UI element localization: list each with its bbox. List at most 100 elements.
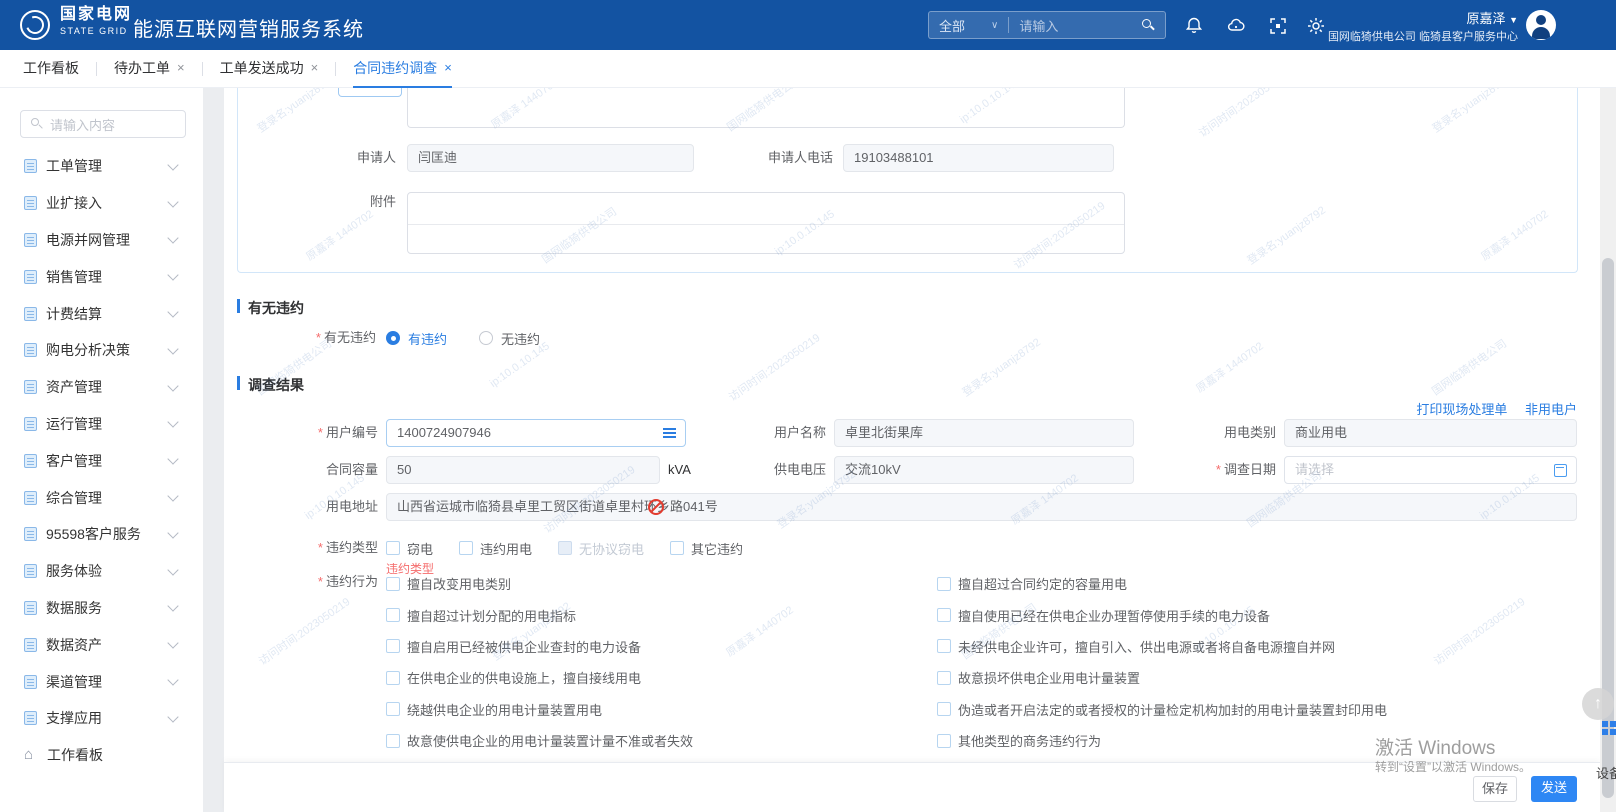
tab-合同违约调查[interactable]: 合同违约调查× xyxy=(353,50,452,88)
print-field-order-link[interactable]: 打印现场处理单 xyxy=(1416,402,1507,417)
behavior-checkbox-row[interactable]: 在供电企业的供电设施上，擅自接线用电 xyxy=(386,662,916,693)
radio-icon[interactable] xyxy=(479,331,493,345)
sidebar-item-运行管理[interactable]: 运行管理 xyxy=(0,406,203,443)
back-to-top-button[interactable]: ↑ xyxy=(1582,688,1614,720)
sidebar-item-label: 资产管理 xyxy=(46,377,169,397)
checkbox-icon[interactable] xyxy=(937,639,951,653)
checkbox-icon[interactable] xyxy=(937,671,951,685)
survey-date-input[interactable]: 请选择 xyxy=(1284,456,1577,484)
sidebar-item-数据资产[interactable]: 数据资产 xyxy=(0,626,203,663)
checkbox-icon[interactable] xyxy=(937,734,951,748)
sidebar-item-服务体验[interactable]: 服务体验 xyxy=(0,553,203,590)
sidebar-item-label: 服务体验 xyxy=(46,561,169,581)
tab-工作看板[interactable]: 工作看板 xyxy=(23,50,79,88)
sidebar-item-95598客户服务[interactable]: 95598客户服务 xyxy=(0,516,203,553)
checkbox-icon[interactable] xyxy=(937,608,951,622)
checkbox-option-其它违约[interactable]: 其它违约 xyxy=(670,539,743,558)
contract-capacity-field[interactable]: 50 xyxy=(386,456,660,484)
behavior-checkbox-row[interactable]: 伪造或者开启法定的或者授权的计量检定机构加封的用电计量装置封印用电 xyxy=(937,694,1587,725)
behavior-checkbox-row[interactable]: 擅自启用已经被供电企业查封的电力设备 xyxy=(386,631,916,662)
sidebar-item-工单管理[interactable]: 工单管理 xyxy=(0,148,203,185)
applicant-phone-field[interactable]: 19103488101 xyxy=(843,144,1114,172)
sidebar-item-支撑应用[interactable]: 支撑应用 xyxy=(0,700,203,737)
sidebar-item-电源并网管理[interactable]: 电源并网管理 xyxy=(0,222,203,259)
tab-工单发送成功[interactable]: 工单发送成功× xyxy=(220,50,319,88)
supply-voltage-field[interactable]: 交流10kV xyxy=(834,456,1134,484)
home-icon: ⌂ xyxy=(24,748,38,762)
behavior-checkbox-row[interactable]: 擅自超过合同约定的容量用电 xyxy=(937,568,1587,599)
applicant-field[interactable]: 闫匡迪 xyxy=(407,144,694,172)
sidebar-item-综合管理[interactable]: 综合管理 xyxy=(0,479,203,516)
behavior-checkbox-row[interactable]: 擅自改变用电类别 xyxy=(386,568,916,599)
checkbox-icon[interactable] xyxy=(937,577,951,591)
sidebar-item-客户管理[interactable]: 客户管理 xyxy=(0,442,203,479)
global-search-bar[interactable]: 全部 ∨ 请输入 xyxy=(928,11,1166,39)
sidebar-item-销售管理[interactable]: 销售管理 xyxy=(0,258,203,295)
behavior-checkbox-row[interactable]: 故意使供电企业的用电计量装置计量不准或者失效 xyxy=(386,725,916,756)
checkbox-icon[interactable] xyxy=(386,577,400,591)
checkbox-icon[interactable] xyxy=(386,702,400,716)
bell-icon[interactable] xyxy=(1184,16,1204,36)
sidebar-item-工作看板[interactable]: ⌂工作看板 xyxy=(0,737,203,774)
save-button[interactable]: 保存 xyxy=(1473,776,1517,802)
checkbox-icon[interactable] xyxy=(386,608,400,622)
behavior-checkbox-row[interactable]: 其他类型的商务违约行为 xyxy=(937,725,1587,756)
user-no-input[interactable]: 1400724907946 xyxy=(386,419,686,447)
sidebar-item-渠道管理[interactable]: 渠道管理 xyxy=(0,663,203,700)
truncated-textarea[interactable] xyxy=(407,88,1125,128)
close-icon[interactable]: × xyxy=(444,60,452,75)
close-icon[interactable]: × xyxy=(311,60,319,75)
sidebar-item-资产管理[interactable]: 资产管理 xyxy=(0,369,203,406)
user-name-field[interactable]: 卓里北街果库 xyxy=(834,419,1134,447)
search-input[interactable]: 请输入 xyxy=(1019,16,1058,35)
sidebar-item-购电分析决策[interactable]: 购电分析决策 xyxy=(0,332,203,369)
search-scope-select[interactable]: 全部 xyxy=(939,16,965,35)
sidebar-item-数据服务[interactable]: 数据服务 xyxy=(0,590,203,627)
grid-squares-icon[interactable] xyxy=(1602,721,1616,736)
sidebar-item-label: 渠道管理 xyxy=(46,672,169,692)
user-no-label: *用户编号 xyxy=(262,419,378,447)
radio-option-有违约[interactable]: 有违约 xyxy=(386,329,447,348)
checkbox-icon[interactable] xyxy=(386,734,400,748)
behavior-checkbox-row[interactable]: 绕越供电企业的用电计量装置用电 xyxy=(386,694,916,725)
sidebar-item-计费结算[interactable]: 计费结算 xyxy=(0,295,203,332)
checkbox-label: 擅自超过计划分配的用电指标 xyxy=(407,606,576,625)
sidebar-menu: 工单管理业扩接入电源并网管理销售管理计费结算购电分析决策资产管理运行管理客户管理… xyxy=(0,148,203,774)
search-icon[interactable] xyxy=(1141,18,1155,32)
checkbox-icon[interactable] xyxy=(386,671,400,685)
checkbox-icon[interactable] xyxy=(459,541,473,555)
avatar[interactable] xyxy=(1526,10,1556,40)
checkbox-icon[interactable] xyxy=(670,541,684,555)
behavior-checkbox-row[interactable]: 故意损坏供电企业用电计量装置 xyxy=(937,662,1587,693)
behavior-checkbox-row[interactable]: 未经供电企业许可，擅自引入、供出电源或者将自备电源擅自并网 xyxy=(937,631,1587,662)
chevron-down-icon xyxy=(167,196,178,207)
elec-category-field[interactable]: 商业用电 xyxy=(1284,419,1577,447)
send-button[interactable]: 发送 xyxy=(1531,776,1577,802)
user-menu[interactable]: 原嘉泽 ▼ xyxy=(1318,8,1518,27)
checkbox-icon[interactable] xyxy=(937,702,951,716)
sidebar-search-input[interactable]: 请输入内容 xyxy=(20,110,186,138)
sidebar-item-业扩接入[interactable]: 业扩接入 xyxy=(0,185,203,222)
non-electricity-user-link[interactable]: 非用电户 xyxy=(1525,402,1577,417)
user-name-label: 用户名称 xyxy=(718,419,826,447)
behavior-checkbox-row[interactable]: 擅自使用已经在供电企业办理暂停使用手续的电力设备 xyxy=(937,599,1587,630)
radio-icon[interactable] xyxy=(386,331,400,345)
checkbox-icon[interactable] xyxy=(386,541,400,555)
checkbox-option-违约用电[interactable]: 违约用电 xyxy=(459,539,532,558)
chevron-down-icon xyxy=(167,454,178,465)
attachment-area[interactable] xyxy=(407,192,1125,254)
radio-option-无违约[interactable]: 无违约 xyxy=(479,329,540,348)
close-icon[interactable]: × xyxy=(177,60,185,75)
checkbox-option-窃电[interactable]: 窃电 xyxy=(386,539,433,558)
search-icon xyxy=(30,117,44,131)
tab-待办工单[interactable]: 待办工单× xyxy=(114,50,185,88)
calendar-icon[interactable] xyxy=(1554,464,1567,477)
truncated-input[interactable] xyxy=(338,88,402,97)
address-field[interactable]: 山西省运城市临猗县卓里工贸区街道卓里村环乡路041号 xyxy=(386,493,1577,521)
checkbox-label: 擅自超过合同约定的容量用电 xyxy=(958,574,1127,593)
document-icon xyxy=(24,417,37,431)
breach-behavior-label: *违约行为 xyxy=(262,568,378,596)
checkbox-icon[interactable] xyxy=(386,639,400,653)
list-icon[interactable] xyxy=(663,428,676,439)
behavior-checkbox-row[interactable]: 擅自超过计划分配的用电指标 xyxy=(386,599,916,630)
